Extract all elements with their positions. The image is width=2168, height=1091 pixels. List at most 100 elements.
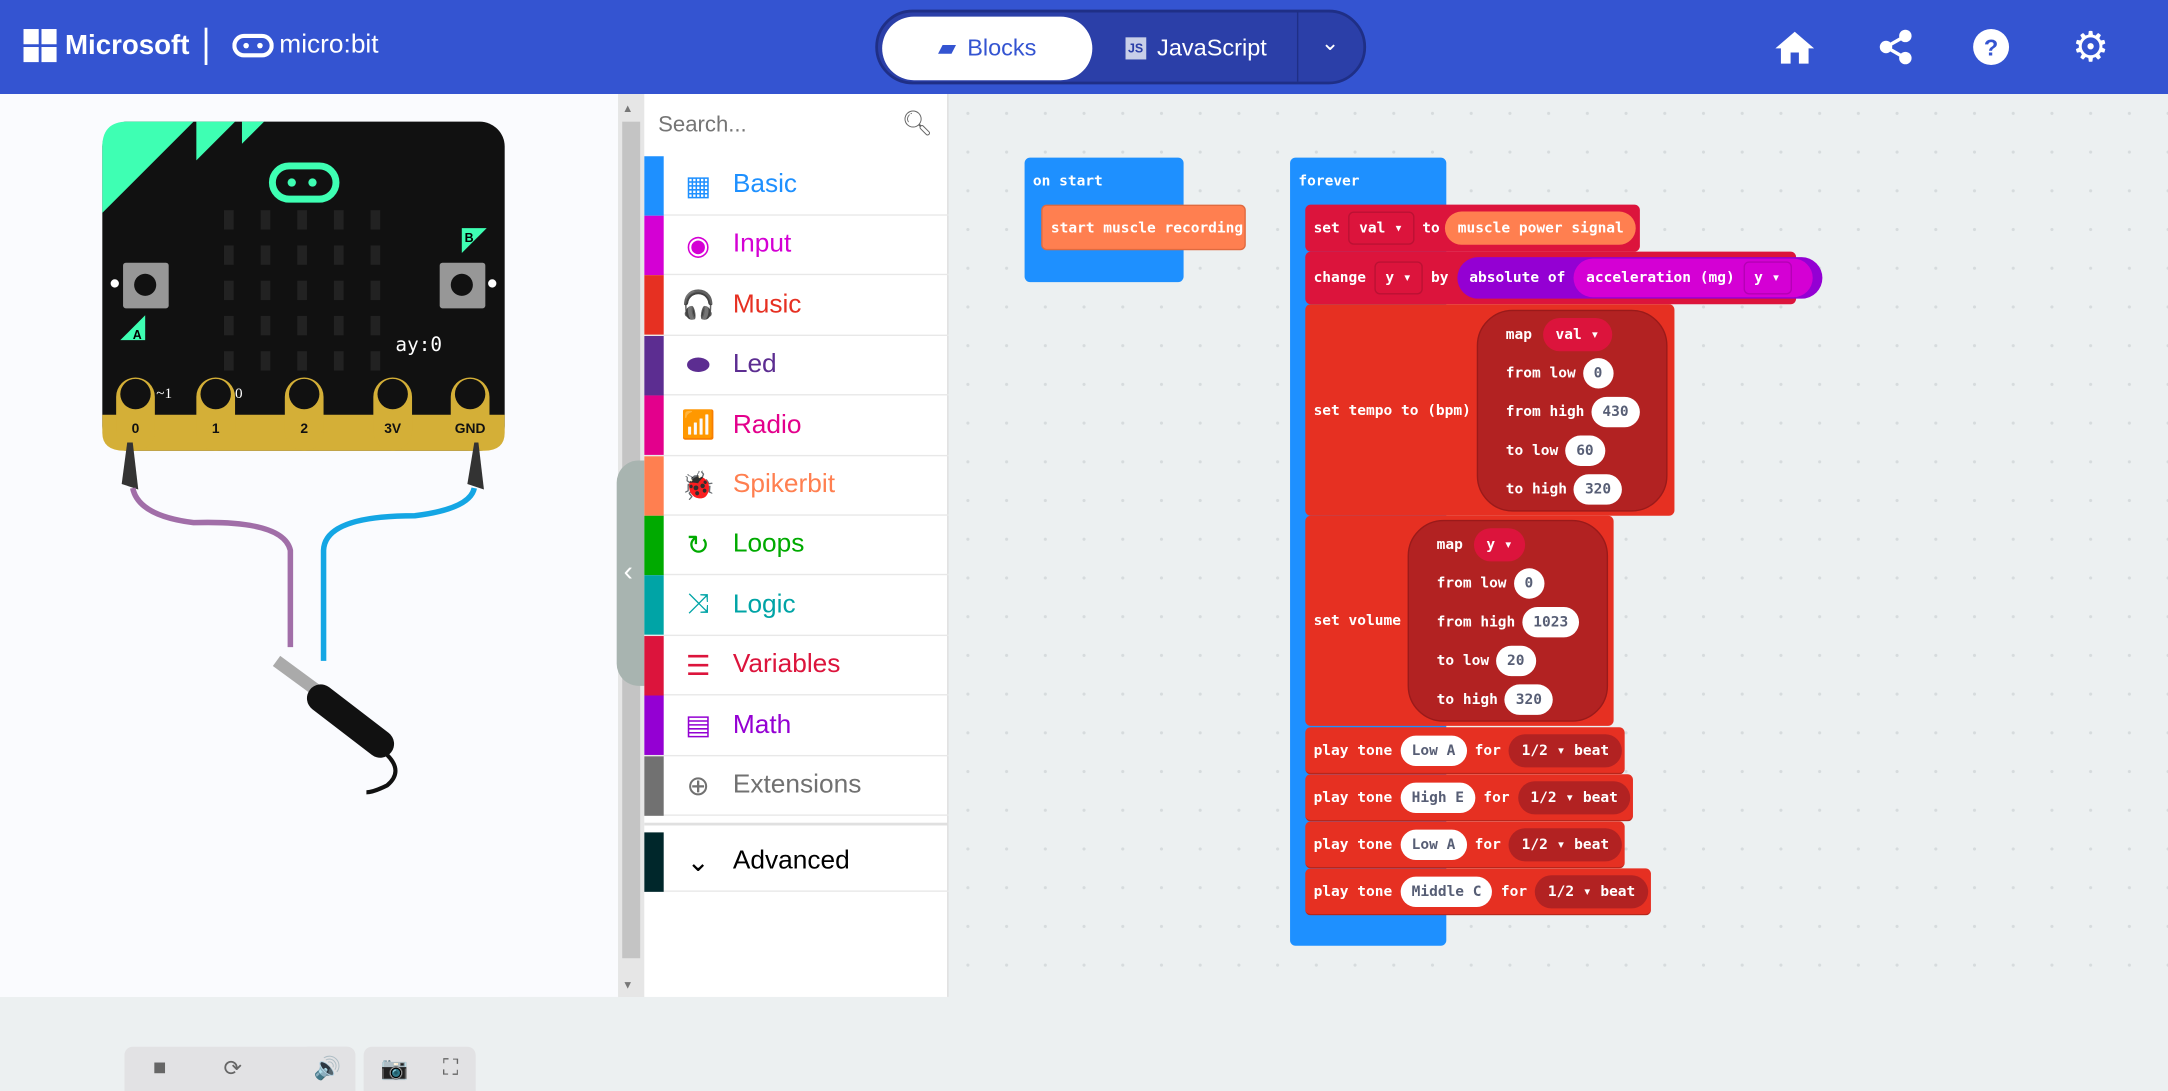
tab-javascript[interactable]: JS JavaScript [1099,17,1293,81]
toolbox-item-input[interactable]: ◉ Input [644,215,949,276]
map-block[interactable]: map val ▾ from low 0 from high 430 to low 60… [1476,309,1668,512]
toolbox-label: Led [732,350,777,380]
toolbox-item-spikerbit[interactable]: 🐞 Spikerbit [644,455,949,516]
toolbox-item-led[interactable]: ⬬ Led [644,335,949,396]
led [297,315,307,336]
toolbox-item-music[interactable]: 🎧 Music [644,275,949,336]
settings-icon[interactable]: ⚙ [2069,24,2113,70]
search-icon[interactable]: 🔍︎ [902,109,934,138]
led [370,351,381,371]
note-input[interactable]: Middle C [1400,875,1493,907]
screenshot-icon[interactable]: 📷 [381,1055,409,1083]
acceleration-block[interactable]: acceleration (mg) y ▾ [1573,258,1813,298]
toolbox-item-math[interactable]: ▤ Math [644,695,949,756]
beat-dropdown[interactable]: 1/2 ▾ beat [1535,874,1648,908]
header: Microsoft micro:bit ▰ Blocks JS JavaScript… [0,0,2168,95]
variable-dropdown[interactable]: val ▾ [1348,211,1414,245]
axis-dropdown[interactable]: y ▾ [1743,261,1792,295]
svg-text:A: A [133,328,142,342]
number-input[interactable]: 320 [1573,474,1623,505]
beat-dropdown[interactable]: 1/2 ▾ beat [1509,827,1622,861]
note-input[interactable]: Low A [1400,828,1467,860]
category-icon: 📶 [681,410,716,442]
fullscreen-icon[interactable]: ⛶ [443,1056,458,1081]
led [223,351,234,371]
led [333,245,344,265]
toolbox-label: Loops [732,530,805,560]
block-label: on start [1032,172,1103,190]
search-input[interactable] [658,105,901,147]
pin-label: 1 [212,420,220,436]
category-icon: ▦ [685,170,712,202]
toolbox-item-logic[interactable]: ⤨ Logic [644,575,949,636]
absolute-of-block[interactable]: absolute of acceleration (mg) y ▾ [1456,257,1822,299]
sim-controls-extra: 📷 ⛶ [363,1046,476,1091]
microbit-logo[interactable]: micro:bit [232,30,379,60]
toolbox-advanced[interactable]: ⌄ Advanced [644,831,949,892]
stop-icon[interactable]: ■ [153,1056,166,1081]
note-input[interactable]: High E [1400,781,1476,813]
beat-dropdown[interactable]: 1/2 ▾ beat [1517,780,1631,814]
led [223,245,234,265]
microbit-logo-icon [232,33,274,58]
play-tone-block[interactable]: play tone High E for 1/2 ▾ beat [1305,774,1633,822]
restart-icon[interactable]: ⟳ [224,1055,243,1083]
block-label: set [1313,219,1340,237]
note-input[interactable]: Low A [1400,734,1467,766]
chevron-down-icon[interactable]: ⌄ [1300,29,1361,65]
chevron-down-icon: ⌄ [686,846,710,878]
blocks-workspace[interactable]: on start start muscle recording forever … [948,94,2168,997]
number-input[interactable]: 60 [1565,435,1605,466]
toolbox-item-variables[interactable]: ☰ Variables [644,635,949,696]
block-label: play tone [1313,835,1393,853]
number-input[interactable]: 20 [1495,645,1536,677]
play-tone-block[interactable]: play tone Low A for 1/2 ▾ beat [1305,727,1625,775]
set-variable-block[interactable]: set val ▾ to muscle power signal [1305,204,1640,252]
map-block[interactable]: map y ▾ from low 0 from high 1023 to low 20 … [1407,519,1609,722]
number-input[interactable]: 0 [1513,568,1545,599]
brand-name: Microsoft [64,29,190,61]
svg-text:?: ? [1984,34,1998,60]
category-icon: ☰ [685,650,711,682]
help-icon[interactable]: ? [1969,25,2013,69]
led [297,245,307,265]
toolbox-item-basic[interactable]: ▦ Basic [644,155,949,216]
pin-value: ~1 [156,385,172,402]
toolbox-label: Input [732,230,792,260]
toolbox-item-radio[interactable]: 📶 Radio [644,395,949,456]
number-input[interactable]: 1023 [1522,607,1580,638]
number-input[interactable]: 0 [1582,358,1614,389]
microsoft-logo[interactable]: Microsoft [23,29,190,63]
block-label: by [1430,269,1449,287]
play-tone-block[interactable]: play tone Low A for 1/2 ▾ beat [1305,821,1625,869]
led [333,351,344,371]
category-icon: 🎧 [681,290,716,322]
number-input[interactable]: 320 [1504,684,1554,715]
category-icon: ◉ [686,230,711,262]
led [223,315,234,336]
variable-dropdown[interactable]: y ▾ [1374,261,1423,295]
muscle-power-signal-block[interactable]: muscle power signal [1445,211,1637,245]
block-label: change [1313,269,1367,287]
change-variable-block[interactable]: change y ▾ by absolute of acceleration (… [1305,251,1822,305]
led [370,280,381,301]
toolbox-label: Advanced [732,846,850,876]
tab-label: JavaScript [1157,34,1267,61]
toolbox-label: Music [732,290,802,320]
block-label: play tone [1313,788,1393,806]
microbit-board[interactable]: A B 0 1 2 3V GND ~1 0 ay:0 [0,94,618,868]
tab-blocks[interactable]: ▰ Blocks [882,16,1093,81]
toolbox-item-loops[interactable]: ↻ Loops [644,515,949,576]
start-muscle-recording-block[interactable]: start muscle recording [1041,204,1246,251]
share-icon[interactable] [1874,25,1918,69]
number-input[interactable]: 430 [1591,396,1640,428]
beat-dropdown[interactable]: 1/2 ▾ beat [1509,733,1622,767]
led [297,280,307,301]
sound-button[interactable]: 🔊 [300,1046,356,1091]
microsoft-logo-icon [23,29,57,63]
toolbox-item-extensions[interactable]: ⊕ Extensions [644,755,949,816]
block-label: set tempo to (bpm) [1313,401,1471,419]
home-icon[interactable] [1773,25,1817,69]
led [370,245,381,265]
play-tone-block[interactable]: play tone Middle C for 1/2 ▾ beat [1305,868,1651,916]
